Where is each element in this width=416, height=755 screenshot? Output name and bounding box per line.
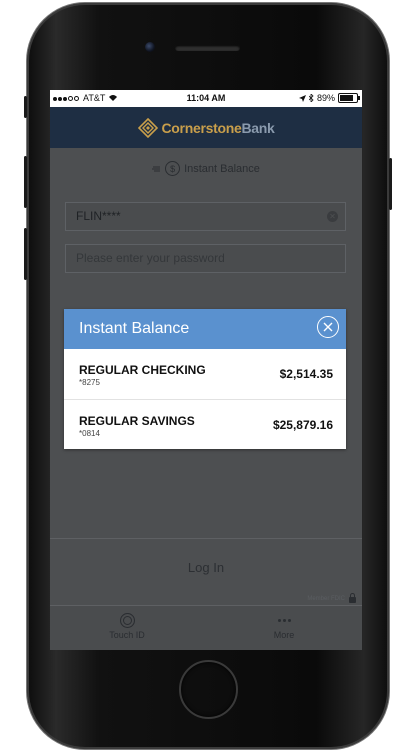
- instant-balance-label: Instant Balance: [184, 162, 260, 175]
- instant-balance-modal: Instant Balance REGULAR CHECKING *8275 $…: [64, 309, 346, 449]
- fingerprint-icon: [119, 612, 135, 628]
- insured-text: Member FDIC: [307, 595, 345, 602]
- logo-text-bank: Bank: [241, 119, 275, 136]
- account-balance: $25,879.16: [272, 418, 333, 432]
- login-button[interactable]: Log In: [50, 560, 362, 575]
- password-placeholder: Please enter your password: [76, 251, 225, 265]
- tab-bar: Touch ID More: [50, 606, 362, 650]
- more-dots-icon: [277, 618, 291, 622]
- bank-logo: CornerstoneBank: [137, 117, 275, 138]
- logo-text-cornerstone: Cornerstone: [161, 119, 242, 136]
- mute-switch: [24, 96, 27, 118]
- account-name: REGULAR SAVINGS: [79, 414, 195, 428]
- insured-notice: Member FDIC: [307, 593, 356, 603]
- tab-touch-id-label: Touch ID: [109, 630, 145, 640]
- power-button: [389, 158, 392, 210]
- lock-icon: [349, 593, 356, 603]
- earpiece-speaker: [175, 45, 240, 51]
- login-label: Log In: [187, 560, 225, 575]
- tab-touch-id[interactable]: Touch ID: [87, 612, 167, 640]
- divider: [50, 538, 362, 539]
- account-row-checking[interactable]: REGULAR CHECKING *8275 $2,514.35: [64, 349, 346, 400]
- battery-percent: 89%: [316, 93, 335, 103]
- instant-balance-link[interactable]: $ Instant Balance: [50, 161, 362, 176]
- tab-more[interactable]: More: [244, 612, 324, 640]
- front-camera: [145, 42, 155, 52]
- dollar-coin-icon: $: [165, 161, 181, 176]
- account-number: *0814: [79, 429, 100, 438]
- password-field[interactable]: Please enter your password: [65, 244, 346, 273]
- modal-header: Instant Balance: [64, 309, 346, 349]
- username-field[interactable]: FLIN**** ✕: [65, 202, 346, 231]
- username-value: FLIN****: [76, 209, 121, 223]
- volume-up-button: [24, 156, 27, 208]
- account-number: *8275: [79, 378, 100, 387]
- logo-diamond-icon: [137, 117, 158, 138]
- home-button[interactable]: [179, 660, 238, 719]
- battery-icon: [338, 93, 360, 103]
- tab-more-label: More: [273, 630, 295, 640]
- modal-title: Instant Balance: [79, 320, 190, 337]
- phone-frame: AT&T 11:04 AM 89% CornerstoneBank $ Inst…: [24, 3, 392, 749]
- account-name: REGULAR CHECKING: [79, 363, 206, 377]
- phone-screen: AT&T 11:04 AM 89% CornerstoneBank $ Inst…: [50, 90, 362, 650]
- app-header: CornerstoneBank: [50, 107, 362, 148]
- account-row-savings[interactable]: REGULAR SAVINGS *0814 $25,879.16: [64, 400, 346, 450]
- volume-down-button: [24, 228, 27, 280]
- speed-lines-icon: [152, 166, 161, 171]
- location-icon: [298, 94, 306, 102]
- bluetooth-icon: [308, 94, 314, 102]
- close-icon[interactable]: [317, 316, 339, 338]
- clear-icon[interactable]: ✕: [327, 211, 338, 222]
- account-balance: $2,514.35: [279, 367, 333, 381]
- status-bar: AT&T 11:04 AM 89%: [50, 90, 362, 107]
